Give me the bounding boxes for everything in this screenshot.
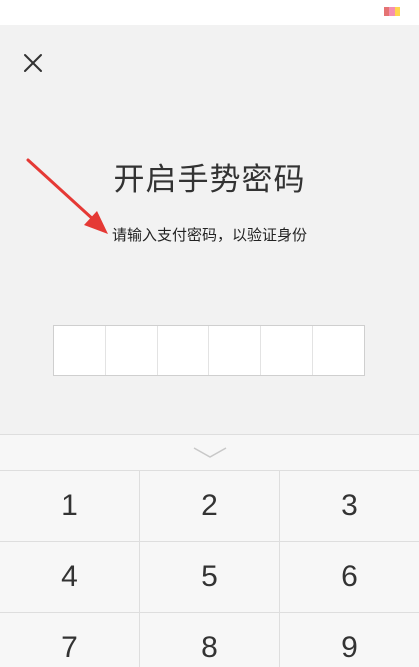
keyboard-keys: 1 2 3 4 5 6 7 8 9	[0, 471, 419, 667]
key-7[interactable]: 7	[0, 613, 140, 667]
keyboard-row-3: 7 8 9	[0, 613, 419, 667]
close-icon	[24, 54, 42, 72]
chevron-down-icon	[193, 446, 226, 458]
page-title: 开启手势密码	[113, 162, 306, 198]
status-indicator-icon	[384, 7, 400, 16]
close-button[interactable]	[16, 46, 50, 80]
key-1[interactable]: 1	[0, 471, 140, 541]
keyboard-row-1: 1 2 3	[0, 471, 419, 542]
key-4[interactable]: 4	[0, 542, 140, 612]
pin-cell-1[interactable]	[54, 326, 106, 375]
keyboard-collapse-button[interactable]	[0, 435, 419, 471]
status-indicator-segment-3	[394, 7, 400, 16]
key-5[interactable]: 5	[140, 542, 280, 612]
pin-input[interactable]	[53, 325, 365, 376]
pin-cell-4[interactable]	[209, 326, 262, 375]
pin-cell-2[interactable]	[106, 326, 158, 375]
key-3[interactable]: 3	[280, 471, 419, 541]
key-2[interactable]: 2	[140, 471, 280, 541]
key-9[interactable]: 9	[280, 613, 419, 667]
keyboard-row-2: 4 5 6	[0, 542, 419, 613]
status-bar	[0, 0, 419, 25]
pin-cell-3[interactable]	[158, 326, 210, 375]
screen: 开启手势密码 请输入支付密码，以验证身份 1 2 3 4 5 6 7 8 9	[0, 0, 419, 667]
subtitle: 请输入支付密码，以验证身份	[111, 226, 307, 244]
key-8[interactable]: 8	[140, 613, 280, 667]
numeric-keyboard: 1 2 3 4 5 6 7 8 9	[0, 434, 419, 667]
pin-cell-6[interactable]	[313, 326, 364, 375]
key-6[interactable]: 6	[280, 542, 419, 612]
pin-cell-5[interactable]	[261, 326, 314, 375]
